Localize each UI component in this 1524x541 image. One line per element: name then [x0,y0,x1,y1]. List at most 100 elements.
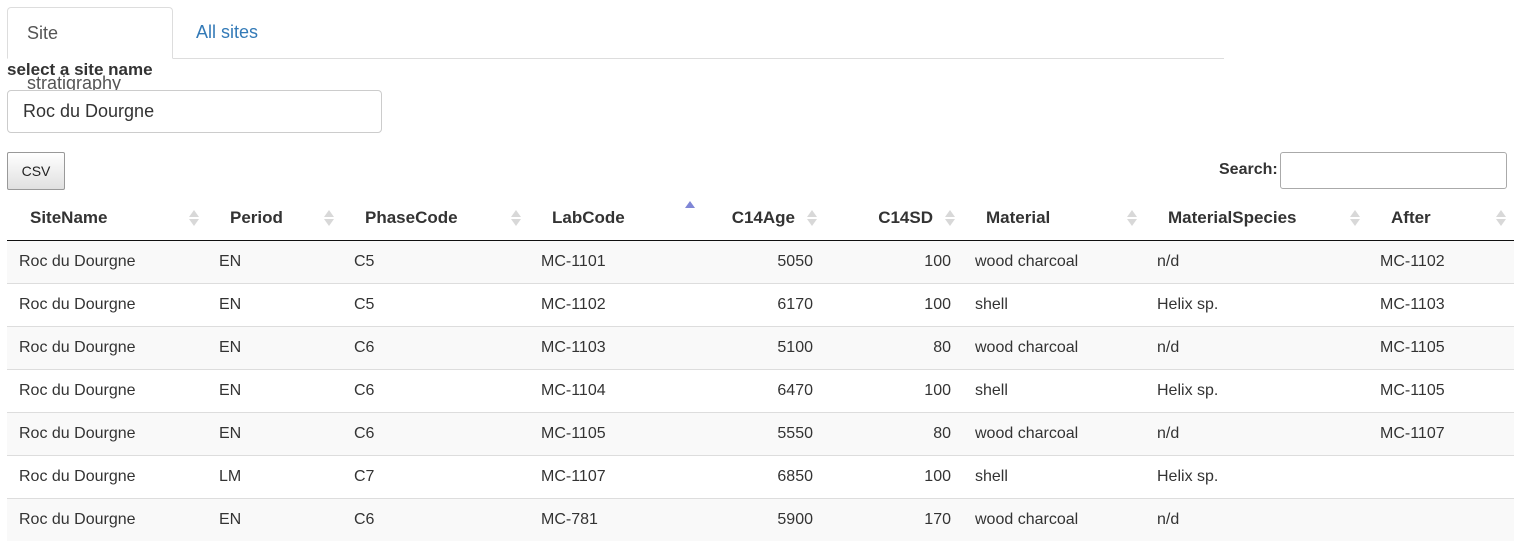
cell-c14sd: 100 [825,240,963,283]
table-row[interactable]: Roc du Dourgne EN C6 MC-781 5900 170 wood char… [7,497,1514,541]
column-header-label: C14SD [878,207,933,227]
cell-after: MC-1102 [1368,240,1514,283]
cell-period: EN [207,282,342,326]
column-header-phasecode[interactable]: PhaseCode [342,196,529,241]
sort-icon [324,209,334,227]
tab-all-sites[interactable]: All sites [177,7,277,59]
cell-material: shell [963,282,1145,326]
column-header-label: MaterialSpecies [1168,207,1297,227]
sort-icon [1350,209,1360,227]
cell-sitename: Roc du Dourgne [7,454,207,498]
column-header-label: LabCode [552,207,625,227]
cell-c14age: 6170 [703,282,825,326]
cell-labcode: MC-1103 [529,325,703,369]
sort-icon [189,209,199,227]
column-header-label: Material [986,207,1051,227]
cell-after: MC-1105 [1368,325,1514,369]
cell-phasecode: C5 [342,240,529,283]
sort-ascending-icon [685,200,695,227]
table-row[interactable]: Roc du Dourgne EN C5 MC-1101 5050 100 wood cha… [7,240,1514,283]
cell-after [1368,454,1514,498]
cell-material: shell [963,368,1145,412]
cell-after: MC-1107 [1368,411,1514,455]
column-header-sitename[interactable]: SiteName [7,196,207,241]
cell-phasecode: C7 [342,454,529,498]
column-header-label: After [1391,207,1431,227]
column-header-period[interactable]: Period [207,196,342,241]
cell-c14sd: 100 [825,282,963,326]
cell-c14age: 5550 [703,411,825,455]
cell-c14age: 6470 [703,368,825,412]
cell-materialspecies: n/d [1145,325,1368,369]
cell-phasecode: C6 [342,368,529,412]
cell-labcode: MC-781 [529,497,703,541]
cell-period: EN [207,325,342,369]
cell-labcode: MC-1107 [529,454,703,498]
cell-period: EN [207,411,342,455]
cell-period: EN [207,497,342,541]
cell-sitename: Roc du Dourgne [7,325,207,369]
cell-sitename: Roc du Dourgne [7,282,207,326]
column-header-label: C14Age [731,207,795,227]
cell-c14age: 5900 [703,497,825,541]
cell-labcode: MC-1105 [529,411,703,455]
table-row[interactable]: Roc du Dourgne EN C6 MC-1103 5100 80 wood char… [7,325,1514,369]
cell-material: shell [963,454,1145,498]
table-row[interactable]: Roc du Dourgne EN C5 MC-1102 6170 100 shell Hel… [7,282,1514,326]
cell-c14age: 5100 [703,325,825,369]
cell-c14sd: 80 [825,411,963,455]
cell-phasecode: C6 [342,411,529,455]
table-row[interactable]: Roc du Dourgne LM C7 MC-1107 6850 100 shell Hel… [7,454,1514,498]
cell-labcode: MC-1101 [529,240,703,283]
cell-materialspecies: Helix sp. [1145,368,1368,412]
cell-materialspecies: n/d [1145,411,1368,455]
csv-export-button[interactable]: CSV [7,152,65,190]
sort-icon [1127,209,1137,227]
column-header-materialspecies[interactable]: MaterialSpecies [1145,196,1368,241]
column-header-label: Period [230,207,283,227]
cell-sitename: Roc du Dourgne [7,497,207,541]
cell-after: MC-1105 [1368,368,1514,412]
table-body: Roc du Dourgne EN C5 MC-1101 5050 100 wood cha… [7,240,1514,541]
cell-c14sd: 170 [825,497,963,541]
column-header-c14age[interactable]: C14Age [703,196,825,241]
cell-material: wood charcoal [963,411,1145,455]
cell-after [1368,497,1514,541]
cell-material: wood charcoal [963,240,1145,283]
search-input[interactable] [1280,152,1507,189]
column-header-after[interactable]: After [1368,196,1514,241]
sort-icon [945,209,955,227]
site-name-select[interactable]: Roc du Dourgne [7,90,382,133]
cell-c14sd: 100 [825,368,963,412]
cell-c14sd: 80 [825,325,963,369]
cell-c14sd: 100 [825,454,963,498]
cell-sitename: Roc du Dourgne [7,411,207,455]
site-select-label: select a site name [7,60,153,79]
cell-c14age: 6850 [703,454,825,498]
tab-site-stratigraphy[interactable]: Site stratigraphy [7,7,173,93]
cell-labcode: MC-1104 [529,368,703,412]
cell-material: wood charcoal [963,325,1145,369]
cell-sitename: Roc du Dourgne [7,368,207,412]
column-header-labcode[interactable]: LabCode [529,196,703,241]
column-header-material[interactable]: Material [963,196,1145,241]
tab-bar: Site stratigraphy All sites [7,7,1224,93]
cell-phasecode: C5 [342,282,529,326]
cell-materialspecies: n/d [1145,240,1368,283]
table-row[interactable]: Roc du Dourgne EN C6 MC-1105 5550 80 wood char… [7,411,1514,455]
cell-phasecode: C6 [342,497,529,541]
cell-materialspecies: n/d [1145,497,1368,541]
column-header-c14sd[interactable]: C14SD [825,196,963,241]
cell-period: EN [207,368,342,412]
column-header-label: SiteName [30,207,108,227]
table-row[interactable]: Roc du Dourgne EN C6 MC-1104 6470 100 shell Hel… [7,368,1514,412]
sort-icon [1496,209,1506,227]
cell-c14age: 5050 [703,240,825,283]
cell-materialspecies: Helix sp. [1145,454,1368,498]
cell-phasecode: C6 [342,325,529,369]
sort-icon [511,209,521,227]
table-header: SiteName Period PhaseCode LabCode C14Age C14S… [7,196,1514,241]
column-header-label: PhaseCode [365,207,458,227]
sort-icon [807,209,817,227]
cell-materialspecies: Helix sp. [1145,282,1368,326]
